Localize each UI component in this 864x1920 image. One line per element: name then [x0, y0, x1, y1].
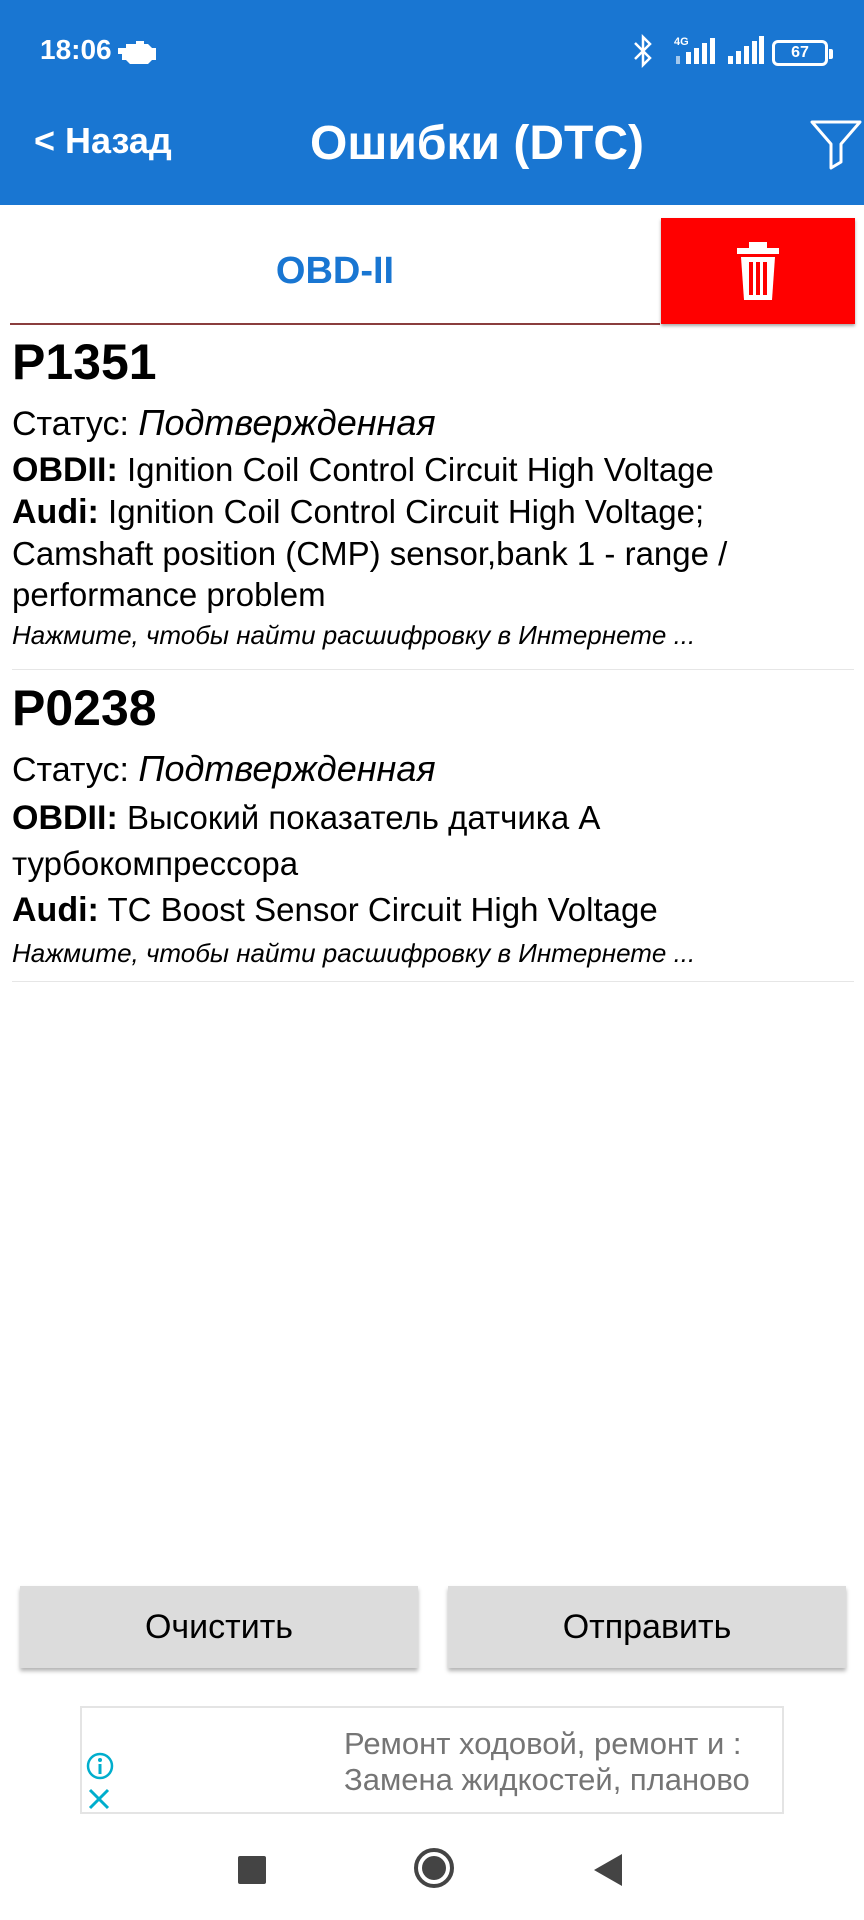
ad-banner[interactable]: Ремонт ходовой, ремонт и : Замена жидкос… [80, 1706, 784, 1814]
battery-icon: 67 [772, 40, 833, 66]
dtc-code: P1351 [12, 334, 157, 390]
signal-4g-icon: 4G [674, 36, 715, 64]
send-button[interactable]: Отправить [448, 1586, 846, 1668]
obd-text: Ignition Coil Control Circuit High Volta… [126, 451, 714, 488]
maker-text: TC Boost Sensor Circuit High Voltage [107, 891, 658, 928]
back-nav-button[interactable] [592, 1852, 624, 1888]
dtc-status: Статус: Подтвержденная [12, 744, 854, 795]
status-label: Статус: [12, 405, 129, 443]
search-hint[interactable]: Нажмите, чтобы найти расшифровку в Интер… [12, 617, 854, 653]
bluetooth-icon [634, 34, 652, 68]
obd-label: OBDII: [12, 799, 118, 837]
obd-description: OBDII: Высокий показатель датчика А [12, 795, 854, 841]
clear-button[interactable]: Очистить [20, 1586, 418, 1668]
maker-text-line: Camshaft position (CMP) sensor,bank 1 - … [12, 535, 728, 572]
signal-icon [728, 36, 764, 64]
status-time: 18:06 [40, 34, 112, 65]
status-label: Статус: [12, 751, 129, 789]
maker-text-line: performance problem [12, 576, 326, 613]
maker-description: Audi: TC Boost Sensor Circuit High Volta… [12, 887, 854, 933]
ad-line: Замена жидкостей, планово [344, 1762, 750, 1797]
maker-text: Ignition Coil Control Circuit High Volta… [108, 493, 705, 530]
status-bar: 18:06 4G 67 [0, 0, 864, 100]
check-engine-icon [118, 41, 156, 64]
obd-text-line: турбокомпрессора [12, 845, 299, 882]
dtc-item[interactable]: P0238 Статус: Подтвержденная OBDII: Высо… [12, 676, 854, 982]
page-title: Ошибки (DTC) [310, 117, 644, 170]
dtc-code: P0238 [12, 680, 157, 736]
dtc-status: Статус: Подтвержденная [12, 398, 854, 449]
obd-description: OBDII: Ignition Coil Control Circuit Hig… [12, 449, 854, 491]
maker-description: Audi: Ignition Coil Control Circuit High… [12, 491, 854, 533]
info-icon[interactable] [86, 1752, 114, 1780]
status-value: Подтвержденная [138, 402, 436, 443]
tab-indicator [10, 323, 660, 325]
delete-button[interactable] [661, 218, 855, 324]
tab-obd2[interactable]: OBD-II [10, 218, 660, 324]
search-hint[interactable]: Нажмите, чтобы найти расшифровку в Интер… [12, 935, 854, 971]
obd-label: OBDII: [12, 451, 118, 489]
status-value: Подтвержденная [138, 748, 436, 789]
svg-text:4G: 4G [674, 36, 689, 48]
recents-button[interactable] [238, 1856, 266, 1884]
app-header: 18:06 4G 67 < Назад Ошибки (DTC) [0, 0, 864, 205]
tab-row: OBD-II [10, 218, 855, 326]
filter-icon[interactable] [808, 116, 864, 170]
dtc-item[interactable]: P1351 Статус: Подтвержденная OBDII: Igni… [12, 330, 854, 670]
system-nav-bar [0, 1816, 864, 1920]
ad-text[interactable]: Ремонт ходовой, ремонт и : Замена жидкос… [344, 1726, 782, 1798]
trash-icon [737, 242, 779, 300]
maker-label: Audi: [12, 493, 99, 531]
ad-line: Ремонт ходовой, ремонт и : [344, 1726, 742, 1761]
home-button[interactable] [412, 1846, 456, 1890]
maker-label: Audi: [12, 891, 99, 929]
close-icon[interactable] [86, 1786, 112, 1812]
obd-text: Высокий показатель датчика А [126, 799, 601, 836]
